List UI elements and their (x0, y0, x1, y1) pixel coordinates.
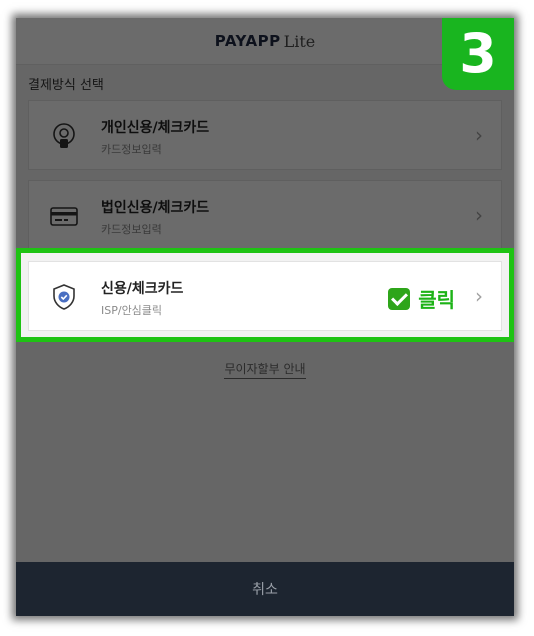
shield-check-icon (53, 284, 75, 310)
installment-guide-label: 무이자할부 안내 (224, 362, 306, 379)
option-personal-card[interactable]: 개인신용/체크카드 카드정보입력 › (28, 100, 502, 170)
logo-lite-text: Lite (283, 31, 316, 51)
option-isp-card[interactable]: 신용/체크카드 ISP/안심클릭 클릭 › (28, 261, 502, 331)
installment-guide-link[interactable]: 무이자할부 안내 (16, 358, 514, 379)
option-corporate-card[interactable]: 법인신용/체크카드 카드정보입력 › (28, 180, 502, 250)
chevron-right-icon: › (475, 284, 483, 308)
option-subtitle: 카드정보입력 (101, 143, 162, 156)
cancel-label: 취소 (252, 582, 278, 598)
person-id-icon (53, 123, 75, 148)
click-annotation-text: 클릭 (418, 288, 455, 312)
step-number: 3 (459, 22, 497, 85)
click-annotation: 클릭 (388, 284, 455, 313)
check-mark-icon (388, 287, 411, 310)
highlighted-option-frame: 신용/체크카드 ISP/안심클릭 클릭 › (16, 248, 514, 342)
option-subtitle: 카드정보입력 (101, 223, 162, 236)
chevron-right-icon: › (475, 203, 483, 227)
option-subtitle: ISP/안심클릭 (101, 304, 163, 317)
cancel-button[interactable]: 취소 (16, 562, 514, 616)
option-title: 법인신용/체크카드 (101, 200, 210, 216)
option-title: 개인신용/체크카드 (101, 120, 210, 136)
step-badge: 3 (442, 18, 514, 90)
option-title: 신용/체크카드 (101, 281, 184, 297)
logo-text: PAYAPP (214, 32, 281, 50)
section-title: 결제방식 선택 (28, 78, 104, 93)
chevron-right-icon: › (475, 123, 483, 147)
dialog-header: PAYAPP Lite (16, 18, 514, 65)
credit-card-icon (50, 207, 78, 226)
